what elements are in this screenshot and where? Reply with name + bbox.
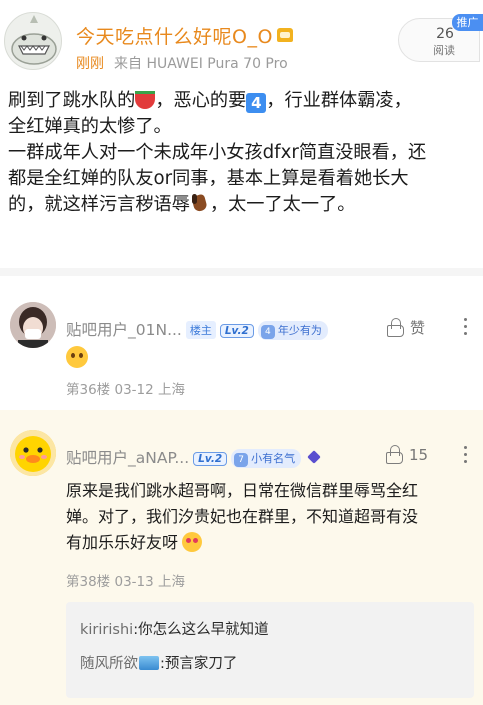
author-name[interactable]: 今天吃点什么好呢O_O: [76, 22, 293, 49]
commenter-avatar[interactable]: [10, 430, 56, 476]
honor-badge-label: 小有名气: [251, 452, 296, 465]
keycap-four-icon: 4: [246, 93, 267, 113]
commenter-avatar[interactable]: [10, 302, 56, 348]
author-avatar[interactable]: [4, 12, 62, 70]
reply-text: :预言家刀了: [160, 656, 238, 672]
read-count-label: 阅读: [433, 44, 455, 57]
reply-text: :你怎么这么早就知道: [133, 622, 269, 638]
commenter-name[interactable]: 贴吧用户_01N... 楼主 Lv.2 4 年少有为: [66, 318, 328, 340]
post-line: 全红婵真的太惨了。: [8, 116, 172, 137]
post-text: ，恶心的要: [155, 90, 247, 111]
shark-avatar-icon: [11, 15, 57, 65]
post-body: 刷到了跳水队的 ，恶心的要 4 ，行业群体霸凌， 全红婵真的太惨了。 一群成年人对一个…: [8, 88, 478, 218]
post-line: 的，就这样污言秽语辱 ，太一了太一了。: [8, 192, 478, 218]
honor-badge: 7 小有名气: [231, 449, 302, 468]
promo-badge[interactable]: 推广: [452, 14, 483, 31]
post-header: 今天吃点什么好呢O_O 刚刚 来自 HUAWEI Pura 70 Pro 26 阅…: [0, 0, 483, 78]
comment-date: 03-13: [114, 574, 154, 590]
level-badge: Lv.2: [219, 324, 254, 338]
crown-icon: [276, 28, 293, 42]
author-name-text[interactable]: 今天吃点什么好呢O_O: [76, 26, 273, 48]
reply-user[interactable]: kiririshi: [80, 622, 133, 638]
comment-line: 婵。对了，我们汐贵妃也在群里，不知道超哥有没: [66, 507, 419, 526]
post-text: 的，就这样污言秽语辱: [8, 194, 190, 215]
comment-line: 有加乐乐好友呀: [66, 530, 466, 556]
honor-level-icon: 7: [234, 453, 249, 467]
wave-icon: [139, 656, 159, 670]
section-divider: [0, 268, 483, 276]
post-line: 一群成年人对一个未成年小女孩dfxr简直没眼看，还: [8, 142, 427, 163]
comment-item: 贴吧用户_01N... 楼主 Lv.2 4 年少有为 赞 第36楼 03-12 上海: [0, 288, 483, 400]
commenter-name[interactable]: 贴吧用户_aNAP... Lv.2 7 小有名气: [66, 446, 321, 468]
comment-meta: 第38楼 03-13 上海: [66, 570, 185, 590]
comment-item: 贴吧用户_aNAP... Lv.2 7 小有名气 15 原来是我们跳水超哥啊，日常在微…: [0, 410, 483, 705]
comment-date: 03-12: [114, 382, 154, 398]
comment-meta: 第36楼 03-12 上海: [66, 378, 185, 398]
honor-badge-label: 年少有为: [277, 324, 322, 337]
thumbs-up-icon: [385, 445, 403, 464]
post-line: 刷到了跳水队的 ，恶心的要 4 ，行业群体霸凌，: [8, 88, 478, 114]
reply-box[interactable]: kiririshi:你怎么这么早就知道 随风所欲 :预言家刀了: [66, 602, 474, 698]
like-label: 赞: [410, 319, 426, 337]
commenter-name-text[interactable]: 贴吧用户_aNAP...: [66, 449, 189, 467]
reply-user[interactable]: 随风所欲: [80, 656, 138, 672]
level-badge: Lv.2: [193, 452, 228, 466]
post-meta: 刚刚 来自 HUAWEI Pura 70 Pro: [76, 53, 288, 73]
floor-number: 第38楼: [66, 574, 111, 590]
gem-icon: [307, 450, 321, 464]
more-options-icon[interactable]: [464, 318, 468, 339]
post-text: 刷到了跳水队的: [8, 90, 136, 111]
comment-location: 上海: [158, 382, 186, 398]
like-button[interactable]: 15: [385, 445, 428, 464]
commenter-name-text[interactable]: 贴吧用户_01N...: [66, 321, 182, 339]
post-text: ，太一了太一了。: [209, 194, 356, 215]
honor-level-icon: 4: [260, 325, 275, 339]
surprised-face-icon: [66, 346, 88, 368]
watermelon-icon: [135, 91, 156, 109]
comment-line: 原来是我们跳水超哥啊，日常在微信群里辱骂全红: [66, 481, 419, 500]
horse-icon: [190, 193, 210, 213]
post-device: 来自 HUAWEI Pura 70 Pro: [114, 56, 288, 72]
like-button[interactable]: 赞: [386, 317, 425, 338]
like-count: 15: [409, 446, 429, 464]
comment-text-end: 有加乐乐好友呀: [66, 533, 179, 552]
honor-badge: 4 年少有为: [257, 321, 328, 340]
post-text: ，行业群体霸凌，: [266, 90, 412, 111]
reply-item[interactable]: kiririshi:你怎么这么早就知道: [80, 613, 460, 647]
thumbs-up-icon: [386, 318, 404, 337]
duck-avatar-icon: [10, 430, 56, 476]
comment-text: 原来是我们跳水超哥啊，日常在微信群里辱骂全红 婵。对了，我们汐贵妃也在群里，不知…: [66, 478, 466, 556]
floor-number: 第36楼: [66, 382, 111, 398]
heart-eyes-face-icon: [182, 532, 203, 552]
owner-tag: 楼主: [185, 321, 216, 339]
post-time: 刚刚: [76, 56, 104, 72]
more-options-icon[interactable]: [464, 446, 468, 467]
reply-item[interactable]: 随风所欲 :预言家刀了: [80, 647, 460, 681]
post-line: 都是全红婵的队友or同事，基本上算是看着她长大: [8, 168, 409, 189]
girl-avatar-icon: [10, 302, 56, 348]
comment-location: 上海: [158, 574, 186, 590]
